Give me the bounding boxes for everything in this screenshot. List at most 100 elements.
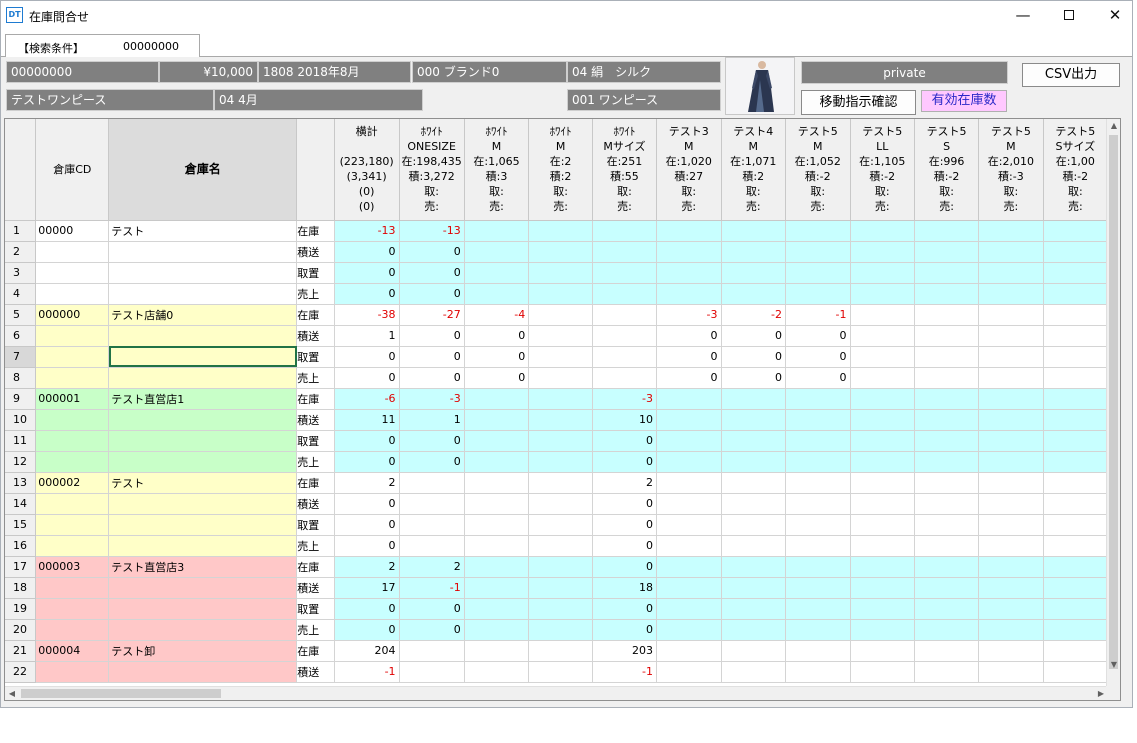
- value-cell[interactable]: [721, 577, 786, 599]
- row-number[interactable]: 16: [5, 535, 37, 557]
- value-cell[interactable]: 0: [399, 325, 465, 347]
- value-cell[interactable]: [592, 346, 658, 368]
- vertical-scroll-thumb[interactable]: [1109, 135, 1118, 669]
- value-cell[interactable]: [656, 409, 722, 431]
- value-cell[interactable]: [528, 430, 593, 452]
- value-cell[interactable]: -3: [592, 388, 658, 410]
- horizontal-scroll-thumb[interactable]: [21, 689, 221, 698]
- warehouse-cd-cell[interactable]: [35, 619, 110, 641]
- value-cell[interactable]: 0: [399, 430, 465, 452]
- warehouse-cd-cell[interactable]: [35, 514, 110, 536]
- value-cell[interactable]: [785, 220, 851, 242]
- value-cell[interactable]: [978, 304, 1044, 326]
- row-number[interactable]: 1: [5, 220, 37, 242]
- value-cell[interactable]: [1043, 388, 1108, 410]
- value-cell[interactable]: [464, 451, 530, 473]
- table-row[interactable]: 13 000002 テスト 在庫 2 2: [5, 472, 1108, 494]
- value-cell[interactable]: [656, 430, 722, 452]
- table-row[interactable]: 22 積送 -1 -1: [5, 661, 1108, 683]
- value-cell[interactable]: [464, 535, 530, 557]
- header-size-column[interactable]: ﾎﾜｲﾄ ONESIZE 在:198,435 積:3,272 取: 売:: [399, 119, 465, 221]
- table-row[interactable]: 18 積送 17 -1 18: [5, 577, 1108, 599]
- value-cell[interactable]: 0: [334, 619, 400, 641]
- warehouse-name-cell[interactable]: テスト卸: [108, 640, 298, 662]
- value-cell[interactable]: [1043, 241, 1108, 263]
- value-cell[interactable]: [721, 619, 786, 641]
- value-cell[interactable]: [721, 220, 786, 242]
- value-cell[interactable]: [399, 493, 465, 515]
- value-cell[interactable]: [656, 241, 722, 263]
- value-cell[interactable]: [528, 409, 593, 431]
- value-cell[interactable]: [978, 283, 1044, 305]
- header-size-column[interactable]: ﾎﾜｲﾄ M 在:2 積:2 取: 売:: [528, 119, 593, 221]
- row-number[interactable]: 7: [5, 346, 37, 368]
- value-cell[interactable]: [914, 262, 980, 284]
- value-cell[interactable]: [464, 577, 530, 599]
- warehouse-cd-cell[interactable]: [35, 430, 110, 452]
- warehouse-name-cell[interactable]: [108, 262, 298, 284]
- value-cell[interactable]: [978, 535, 1044, 557]
- value-cell[interactable]: 0: [785, 367, 851, 389]
- value-cell[interactable]: [528, 367, 593, 389]
- row-number[interactable]: 22: [5, 661, 37, 683]
- value-cell[interactable]: 1: [334, 325, 400, 347]
- header-size-column[interactable]: テスト5 Sサイズ 在:1,00 積:-2 取: 売:: [1043, 119, 1108, 221]
- row-number[interactable]: 17: [5, 556, 37, 578]
- value-cell[interactable]: [528, 472, 593, 494]
- value-cell[interactable]: [1043, 661, 1108, 683]
- value-cell[interactable]: [528, 346, 593, 368]
- table-row[interactable]: 17 000003 テスト直営店3 在庫 2 2 0: [5, 556, 1108, 578]
- value-cell[interactable]: [1043, 325, 1108, 347]
- value-cell[interactable]: -3: [656, 304, 722, 326]
- value-cell[interactable]: [656, 598, 722, 620]
- warehouse-cd-cell[interactable]: [35, 661, 110, 683]
- scroll-up-icon[interactable]: ▲: [1107, 119, 1120, 133]
- value-cell[interactable]: [1043, 283, 1108, 305]
- warehouse-name-cell[interactable]: テスト店舗0: [108, 304, 298, 326]
- value-cell[interactable]: [656, 577, 722, 599]
- maximize-button[interactable]: [1046, 1, 1092, 31]
- value-cell[interactable]: [464, 493, 530, 515]
- value-cell[interactable]: [914, 535, 980, 557]
- value-cell[interactable]: [1043, 346, 1108, 368]
- value-cell[interactable]: 0: [785, 346, 851, 368]
- value-cell[interactable]: [592, 262, 658, 284]
- warehouse-cd-cell[interactable]: [35, 367, 110, 389]
- value-cell[interactable]: 0: [592, 535, 658, 557]
- value-cell[interactable]: [785, 283, 851, 305]
- value-cell[interactable]: 17: [334, 577, 400, 599]
- value-cell[interactable]: -3: [399, 388, 465, 410]
- table-row[interactable]: 9 000001 テスト直営店1 在庫 -6 -3 -3: [5, 388, 1108, 410]
- value-cell[interactable]: 2: [334, 556, 400, 578]
- warehouse-cd-cell[interactable]: [35, 283, 110, 305]
- value-cell[interactable]: [785, 493, 851, 515]
- value-cell[interactable]: [914, 451, 980, 473]
- value-cell[interactable]: [850, 241, 915, 263]
- row-number[interactable]: 20: [5, 619, 37, 641]
- value-cell[interactable]: [850, 535, 915, 557]
- value-cell[interactable]: [850, 388, 915, 410]
- value-cell[interactable]: [721, 430, 786, 452]
- valid-stock-badge[interactable]: 有効在庫数: [921, 90, 1007, 112]
- value-cell[interactable]: [1043, 493, 1108, 515]
- value-cell[interactable]: [464, 598, 530, 620]
- value-cell[interactable]: [656, 262, 722, 284]
- value-cell[interactable]: [656, 535, 722, 557]
- value-cell[interactable]: [528, 304, 593, 326]
- value-cell[interactable]: [914, 367, 980, 389]
- value-cell[interactable]: -13: [399, 220, 465, 242]
- value-cell[interactable]: [785, 661, 851, 683]
- value-cell[interactable]: [656, 661, 722, 683]
- value-cell[interactable]: 2: [592, 472, 658, 494]
- value-cell[interactable]: [721, 241, 786, 263]
- value-cell[interactable]: [721, 472, 786, 494]
- value-cell[interactable]: [914, 619, 980, 641]
- value-cell[interactable]: 0: [399, 619, 465, 641]
- value-cell[interactable]: [1043, 619, 1108, 641]
- value-cell[interactable]: [850, 367, 915, 389]
- value-cell[interactable]: [978, 409, 1044, 431]
- value-cell[interactable]: -2: [721, 304, 786, 326]
- value-cell[interactable]: [656, 283, 722, 305]
- value-cell[interactable]: [528, 640, 593, 662]
- row-number[interactable]: 6: [5, 325, 37, 347]
